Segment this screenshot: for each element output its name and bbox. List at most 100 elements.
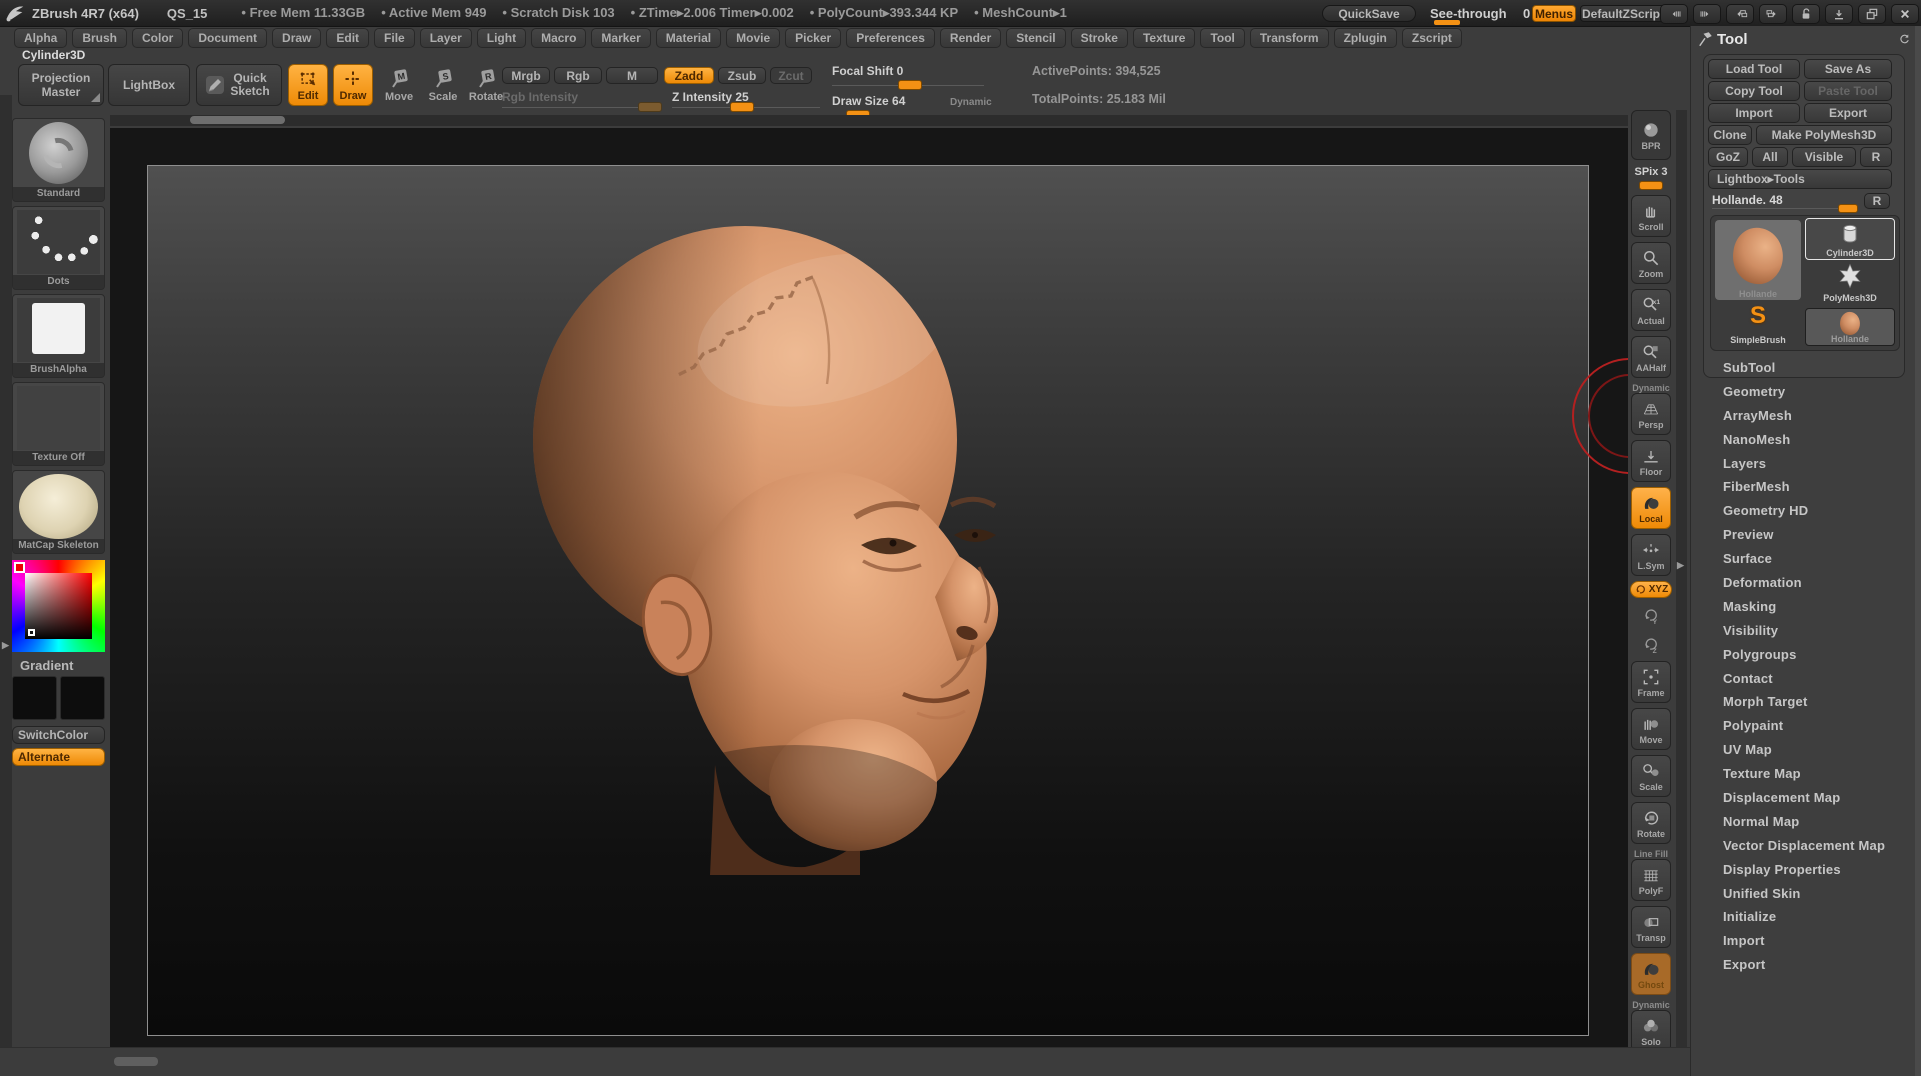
shelf-button[interactable]: SPix 3 bbox=[1631, 165, 1671, 190]
tool-section-header[interactable]: Unified Skin bbox=[1691, 882, 1921, 906]
copy-tool-button[interactable]: Copy Tool bbox=[1708, 81, 1800, 101]
rotate-button[interactable]: Rotate bbox=[466, 66, 506, 103]
m-button[interactable]: M bbox=[606, 67, 658, 84]
focal-shift-slider[interactable] bbox=[898, 80, 922, 90]
menu-item[interactable]: Alpha bbox=[14, 28, 67, 48]
right-rail-expand-icon[interactable]: ▶ bbox=[1677, 560, 1684, 571]
tool-section-header[interactable]: ArrayMesh bbox=[1691, 404, 1921, 428]
menu-item[interactable]: Tool bbox=[1200, 28, 1244, 48]
tool-section-header[interactable]: FiberMesh bbox=[1691, 475, 1921, 499]
current-tool-slider-track[interactable] bbox=[1712, 208, 1858, 209]
load-tool-button[interactable]: Load Tool bbox=[1708, 59, 1800, 79]
make-polymesh3d-button[interactable]: Make PolyMesh3D bbox=[1756, 125, 1892, 145]
shelf-button[interactable]: Rotate bbox=[1631, 802, 1671, 844]
tool-section-header[interactable]: Geometry bbox=[1691, 380, 1921, 404]
default-zscript-button[interactable]: DefaultZScript bbox=[1580, 5, 1666, 22]
shelf-button[interactable]: Zoom bbox=[1631, 242, 1671, 284]
sculpt-head-3d-model[interactable] bbox=[505, 205, 1015, 875]
menu-item[interactable]: Macro bbox=[531, 28, 586, 48]
tool-section-header[interactable]: NanoMesh bbox=[1691, 428, 1921, 452]
shelf-button[interactable]: Ghost bbox=[1631, 953, 1671, 995]
window-control-button[interactable] bbox=[1891, 4, 1919, 24]
shelf-button[interactable]: XYZ bbox=[1630, 581, 1672, 598]
shelf-button[interactable]: AAHalf bbox=[1631, 336, 1671, 378]
z-intensity-slider[interactable] bbox=[730, 102, 754, 112]
secondary-color-swatch[interactable] bbox=[60, 676, 105, 720]
menu-item[interactable]: Preferences bbox=[846, 28, 935, 48]
tool-section-header[interactable]: Display Properties bbox=[1691, 858, 1921, 882]
move-button[interactable]: Move bbox=[380, 66, 418, 103]
tool-palette-header[interactable]: Tool bbox=[1691, 26, 1921, 54]
menu-item[interactable]: Texture bbox=[1133, 28, 1195, 48]
tray-thumbnail[interactable]: MatCap Skeleton bbox=[12, 470, 105, 554]
scale-button[interactable]: Scale bbox=[424, 66, 462, 103]
rgb-intensity-slider[interactable] bbox=[638, 102, 662, 112]
tool-section-header[interactable]: Contact bbox=[1691, 667, 1921, 691]
shelf-button[interactable] bbox=[1631, 632, 1671, 656]
clone-button[interactable]: Clone bbox=[1708, 125, 1752, 145]
goz-r-button[interactable]: R bbox=[1860, 147, 1892, 167]
menu-item[interactable]: Draw bbox=[272, 28, 321, 48]
shelf-button[interactable]: Dynamic Solo bbox=[1631, 1000, 1671, 1052]
visible-button[interactable]: Visible bbox=[1792, 147, 1856, 167]
menu-item[interactable]: Picker bbox=[785, 28, 841, 48]
color-picker[interactable] bbox=[12, 560, 105, 652]
export-button[interactable]: Export bbox=[1804, 103, 1892, 123]
tool-section-header[interactable]: UV Map bbox=[1691, 738, 1921, 762]
alternate-button[interactable]: Alternate bbox=[12, 748, 105, 766]
paste-tool-button[interactable]: Paste Tool bbox=[1804, 81, 1892, 101]
zcut-button[interactable]: Zcut bbox=[770, 67, 812, 84]
tray-thumbnail[interactable]: Texture Off bbox=[12, 382, 105, 466]
draw-button[interactable]: Draw bbox=[333, 64, 373, 106]
shelf-button[interactable]: Frame bbox=[1631, 661, 1671, 703]
menu-item[interactable]: Zscript bbox=[1402, 28, 1462, 48]
projection-master-button[interactable]: Projection Master bbox=[18, 64, 104, 106]
all-button[interactable]: All bbox=[1752, 147, 1788, 167]
tool-section-header[interactable]: Polygroups bbox=[1691, 643, 1921, 667]
import-button[interactable]: Import bbox=[1708, 103, 1800, 123]
tool-section-header[interactable]: Geometry HD bbox=[1691, 499, 1921, 523]
goz-button[interactable]: GoZ bbox=[1708, 147, 1748, 167]
tool-section-header[interactable]: Initialize bbox=[1691, 905, 1921, 929]
menu-item[interactable]: Material bbox=[656, 28, 721, 48]
shelf-button[interactable]: Scale bbox=[1631, 755, 1671, 797]
tool-panel-scrollbar[interactable] bbox=[1915, 26, 1921, 1076]
tool-thumbnail-active[interactable]: Hollande bbox=[1715, 220, 1801, 300]
tool-section-header[interactable]: Import bbox=[1691, 929, 1921, 953]
tool-section-header[interactable]: Visibility bbox=[1691, 619, 1921, 643]
window-control-button[interactable] bbox=[1660, 4, 1688, 24]
tool-section-header[interactable]: Layers bbox=[1691, 452, 1921, 476]
tool-thumbnail-cylinder3d[interactable]: Cylinder3D bbox=[1805, 218, 1895, 260]
restore-configuration-icon[interactable] bbox=[1897, 32, 1912, 47]
window-control-button[interactable] bbox=[1759, 4, 1787, 24]
window-control-button[interactable] bbox=[1693, 4, 1721, 24]
window-control-button[interactable] bbox=[1825, 4, 1853, 24]
menu-item[interactable]: Marker bbox=[591, 28, 650, 48]
tool-section-header[interactable]: SubTool bbox=[1691, 356, 1921, 380]
tool-thumbnail-simplebrush[interactable]: S SimpleBrush bbox=[1715, 304, 1801, 346]
mrgb-button[interactable]: Mrgb bbox=[502, 67, 550, 84]
tray-thumbnail[interactable]: Dots bbox=[12, 206, 105, 290]
tool-section-header[interactable]: Morph Target bbox=[1691, 690, 1921, 714]
menu-item[interactable]: Zplugin bbox=[1334, 28, 1397, 48]
lightbox-tools-button[interactable]: Lightbox▸Tools bbox=[1708, 169, 1892, 189]
quick-sketch-button[interactable]: Quick Sketch bbox=[196, 64, 282, 106]
left-rail-expand-icon[interactable]: ▶ bbox=[2, 640, 9, 651]
lightbox-button[interactable]: LightBox bbox=[108, 64, 190, 106]
left-divider-rail[interactable]: ▶ bbox=[0, 95, 12, 1047]
window-control-button[interactable] bbox=[1792, 4, 1820, 24]
menus-button[interactable]: Menus bbox=[1532, 5, 1576, 22]
menu-item[interactable]: Layer bbox=[420, 28, 472, 48]
right-divider-rail[interactable]: ▶ bbox=[1676, 110, 1687, 1047]
shelf-button[interactable]: Scroll bbox=[1631, 195, 1671, 237]
switch-color-button[interactable]: SwitchColor bbox=[12, 726, 105, 744]
shelf-button[interactable]: Line Fill PolyF bbox=[1631, 849, 1671, 901]
shelf-button[interactable]: Dynamic Persp bbox=[1631, 383, 1671, 435]
window-control-button[interactable] bbox=[1858, 4, 1886, 24]
menu-item[interactable]: Render bbox=[940, 28, 1001, 48]
canvas-top-scrollbar-handle[interactable] bbox=[190, 116, 285, 124]
menu-item[interactable]: Stencil bbox=[1006, 28, 1065, 48]
canvas-bottom-scrollbar-handle[interactable] bbox=[114, 1057, 158, 1066]
zadd-button[interactable]: Zadd bbox=[664, 67, 714, 84]
tool-section-header[interactable]: Preview bbox=[1691, 523, 1921, 547]
